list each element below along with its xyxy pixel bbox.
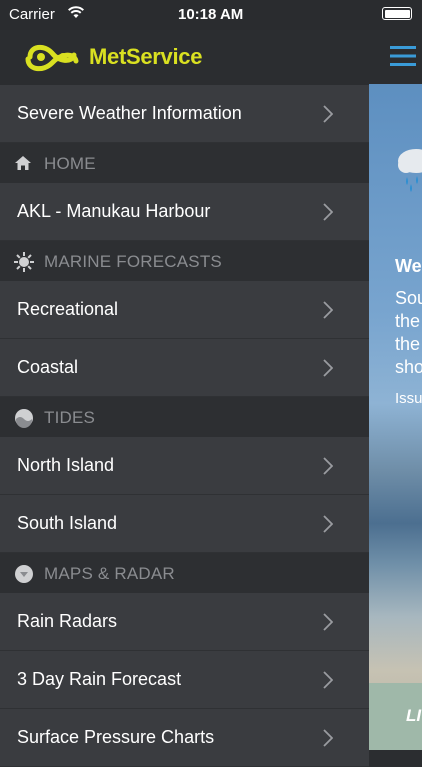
brand-name: MetService xyxy=(89,44,203,69)
menu-item-rain-radars[interactable]: Rain Radars xyxy=(0,593,369,651)
section-header-home: HOME xyxy=(0,143,369,183)
section-title: MARINE FORECASTS xyxy=(44,252,222,271)
menu-item-north-island[interactable]: North Island xyxy=(0,437,369,495)
menu-item-label: Recreational xyxy=(17,299,119,319)
battery-icon xyxy=(382,7,412,20)
menu-list: Severe Weather Information HOME AKL - Ma… xyxy=(0,85,369,767)
chevron-right-icon xyxy=(323,203,334,226)
issued-label: Issu xyxy=(395,390,422,407)
hamburger-menu-icon[interactable] xyxy=(390,45,416,72)
forecast-line: sho xyxy=(395,357,422,377)
chevron-right-icon xyxy=(323,359,334,382)
tide-icon xyxy=(14,408,33,428)
chevron-right-icon xyxy=(323,105,334,128)
menu-item-3-day-rain-forecast[interactable]: 3 Day Rain Forecast xyxy=(0,651,369,709)
forecast-title: We xyxy=(395,256,422,276)
menu-item-label: 3 Day Rain Forecast xyxy=(17,669,182,689)
section-header-maps-radar: MAPS & RADAR xyxy=(0,553,369,593)
section-header-tides: TIDES xyxy=(0,397,369,437)
section-header-marine: MARINE FORECASTS xyxy=(0,241,369,281)
section-title: TIDES xyxy=(44,408,96,427)
chevron-right-icon xyxy=(323,301,334,324)
metservice-logo-icon xyxy=(22,39,82,80)
carrier-label: Carrier xyxy=(9,6,55,23)
radar-icon xyxy=(14,564,33,583)
menu-item-label: AKL - Manukau Harbour xyxy=(17,201,211,221)
forecast-body: Sou the the sho xyxy=(395,287,422,379)
forecast-line: Sou xyxy=(395,288,422,308)
menu-item-label: Coastal xyxy=(17,357,79,377)
menu-item-home-location[interactable]: AKL - Manukau Harbour xyxy=(0,183,369,241)
menu-item-label: North Island xyxy=(17,455,115,475)
main-content-peek[interactable]: We Sou the the sho Issu LI xyxy=(369,30,422,750)
menu-item-label: Rain Radars xyxy=(17,611,118,631)
menu-item-label: South Island xyxy=(17,513,118,533)
sun-gear-icon xyxy=(14,252,34,272)
clock: 10:18 AM xyxy=(178,6,244,23)
menu-item-recreational[interactable]: Recreational xyxy=(0,281,369,339)
status-bar: Carrier 10:18 AM xyxy=(0,0,422,30)
menu-item-south-island[interactable]: South Island xyxy=(0,495,369,553)
content-topbar xyxy=(369,30,422,84)
forecast-line: the xyxy=(395,311,421,331)
section-title: HOME xyxy=(44,154,96,173)
menu-item-surface-pressure-charts[interactable]: Surface Pressure Charts xyxy=(0,709,369,767)
brand-header: MetService xyxy=(0,30,369,85)
menu-item-severe-weather[interactable]: Severe Weather Information xyxy=(0,85,369,143)
wifi-icon xyxy=(67,5,85,23)
menu-item-label: Severe Weather Information xyxy=(17,103,242,123)
forecast-line: the xyxy=(395,334,421,354)
navigation-drawer: MetService Severe Weather Information HO… xyxy=(0,30,369,767)
chevron-right-icon xyxy=(323,671,334,694)
footer-label[interactable]: LI xyxy=(406,706,421,726)
chevron-right-icon xyxy=(323,457,334,480)
chevron-right-icon xyxy=(323,729,334,752)
home-icon xyxy=(14,154,32,172)
chevron-right-icon xyxy=(323,613,334,636)
menu-item-coastal[interactable]: Coastal xyxy=(0,339,369,397)
chevron-right-icon xyxy=(323,515,334,538)
section-title: MAPS & RADAR xyxy=(44,564,175,583)
menu-item-label: Surface Pressure Charts xyxy=(17,727,215,747)
cloud-rain-icon xyxy=(398,147,422,198)
